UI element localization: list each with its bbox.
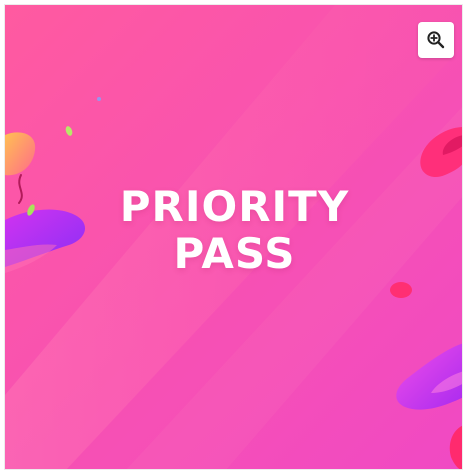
confetti-blue xyxy=(97,97,101,101)
product-image[interactable]: PRIORITY PASS xyxy=(4,4,463,470)
red-dot xyxy=(390,282,412,298)
title-line-2: PASS xyxy=(173,229,296,279)
zoom-button[interactable] xyxy=(418,22,454,58)
title-line-1: PRIORITY xyxy=(119,182,350,231)
product-gallery: PRIORITY PASS xyxy=(0,0,467,472)
product-title: PRIORITY PASS xyxy=(5,182,462,279)
zoom-in-icon xyxy=(427,31,445,49)
